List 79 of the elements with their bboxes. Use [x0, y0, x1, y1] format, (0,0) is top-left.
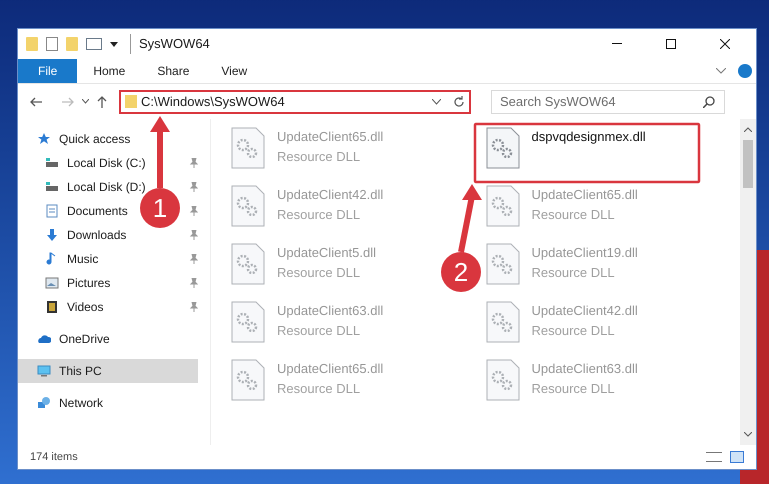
window-title: SysWOW64	[130, 34, 210, 54]
folder-icon	[125, 95, 137, 108]
scrollbar[interactable]	[740, 119, 756, 445]
pin-icon[interactable]	[189, 158, 198, 168]
step-number: 1	[152, 193, 168, 223]
file-type: Resource DLL	[277, 148, 362, 166]
pin-icon[interactable]	[189, 182, 198, 192]
gear-file-icon[interactable]	[486, 127, 520, 169]
sidebar-item[interactable]: Local Disk (D:)	[18, 175, 154, 199]
ribbon-tab[interactable]: Home	[77, 59, 142, 83]
pin-icon[interactable]	[189, 254, 198, 264]
picture-icon	[45, 276, 59, 290]
close-icon	[720, 39, 730, 49]
sidebar-item[interactable]: This PC	[18, 359, 198, 383]
gear-file-icon[interactable]	[231, 243, 265, 285]
search-field[interactable]: Search SysWOW64	[491, 90, 725, 114]
pc-icon	[37, 364, 51, 378]
sidebar-item[interactable]: Documents	[18, 199, 136, 223]
file-type: Resource DLL	[277, 322, 362, 340]
file-type: Resource DLL	[532, 322, 616, 340]
caret-icon[interactable]	[110, 41, 118, 47]
gear-file-icon[interactable]	[231, 185, 265, 227]
forward-arrow-icon[interactable]	[62, 96, 74, 106]
ribbon-tab[interactable]: Share	[141, 59, 206, 83]
download-icon	[45, 228, 59, 242]
sidebar-item[interactable]: Quick access	[18, 127, 138, 151]
sidebar-item[interactable]: Local Disk (C:)	[18, 151, 154, 175]
minimize-icon	[612, 43, 622, 45]
tiles-view-icon[interactable]	[730, 451, 744, 463]
drive-icon	[45, 156, 59, 170]
chevron-icon[interactable]	[432, 98, 441, 104]
file-type: Resource DLL	[532, 264, 616, 282]
back-arrow-icon[interactable]	[30, 96, 42, 106]
gear-file-icon[interactable]	[486, 301, 520, 343]
caret-icon[interactable]	[82, 99, 89, 104]
gear-file-icon[interactable]	[486, 359, 520, 401]
search-icon[interactable]	[703, 96, 715, 108]
pin-icon[interactable]	[189, 206, 198, 216]
pin-icon[interactable]	[189, 278, 198, 288]
gear-file-icon[interactable]	[231, 127, 265, 169]
gear-file-icon[interactable]	[231, 301, 265, 343]
star-icon	[37, 132, 51, 146]
ribbon-tab[interactable]: View	[205, 59, 264, 83]
sidebar-item[interactable]: Pictures	[18, 271, 118, 295]
address-bar[interactable]: C:\Windows\SysWOW64	[119, 90, 471, 114]
ribbon-tab[interactable]: File	[18, 59, 78, 83]
file-type: Resource DLL	[277, 264, 362, 282]
gear-file-icon[interactable]	[231, 359, 265, 401]
details-view-icon[interactable]	[706, 452, 722, 462]
arrow	[150, 116, 170, 188]
network-icon	[37, 396, 51, 410]
step-number: 2	[454, 257, 468, 287]
step-badge	[441, 252, 481, 292]
sidebar-item[interactable]: Music	[18, 247, 106, 271]
chevron-icon[interactable]	[716, 68, 726, 74]
gear-file-icon[interactable]	[486, 243, 520, 285]
file-type: Resource DLL	[532, 380, 616, 398]
up-arrow-icon[interactable]	[97, 96, 107, 108]
file-type: Resource DLL	[277, 206, 362, 224]
sidebar-item[interactable]: Videos	[18, 295, 112, 319]
scroll-thumb[interactable]	[743, 140, 753, 188]
pin-icon[interactable]	[189, 230, 198, 240]
refresh-icon[interactable]	[453, 96, 465, 108]
file-type: Resource DLL	[277, 380, 362, 398]
sidebar-item[interactable]: Network	[18, 391, 112, 415]
drive-icon	[45, 180, 59, 194]
sidebar-item[interactable]: OneDrive	[18, 327, 118, 351]
maximize-icon	[666, 39, 676, 49]
gear-file-icon[interactable]	[486, 185, 520, 227]
address-path: C:\Windows\SysWOW64	[141, 92, 286, 111]
help-icon[interactable]	[738, 64, 752, 78]
pin-icon[interactable]	[189, 302, 198, 312]
item-count: 174 items	[30, 450, 78, 465]
video-icon	[45, 300, 59, 314]
arrow	[458, 184, 482, 253]
sidebar-item[interactable]: Downloads	[18, 223, 134, 247]
document-icon	[45, 204, 59, 218]
file-type: Resource DLL	[532, 206, 616, 224]
file-name[interactable]: dspvqdesignmex.dll	[532, 127, 646, 146]
